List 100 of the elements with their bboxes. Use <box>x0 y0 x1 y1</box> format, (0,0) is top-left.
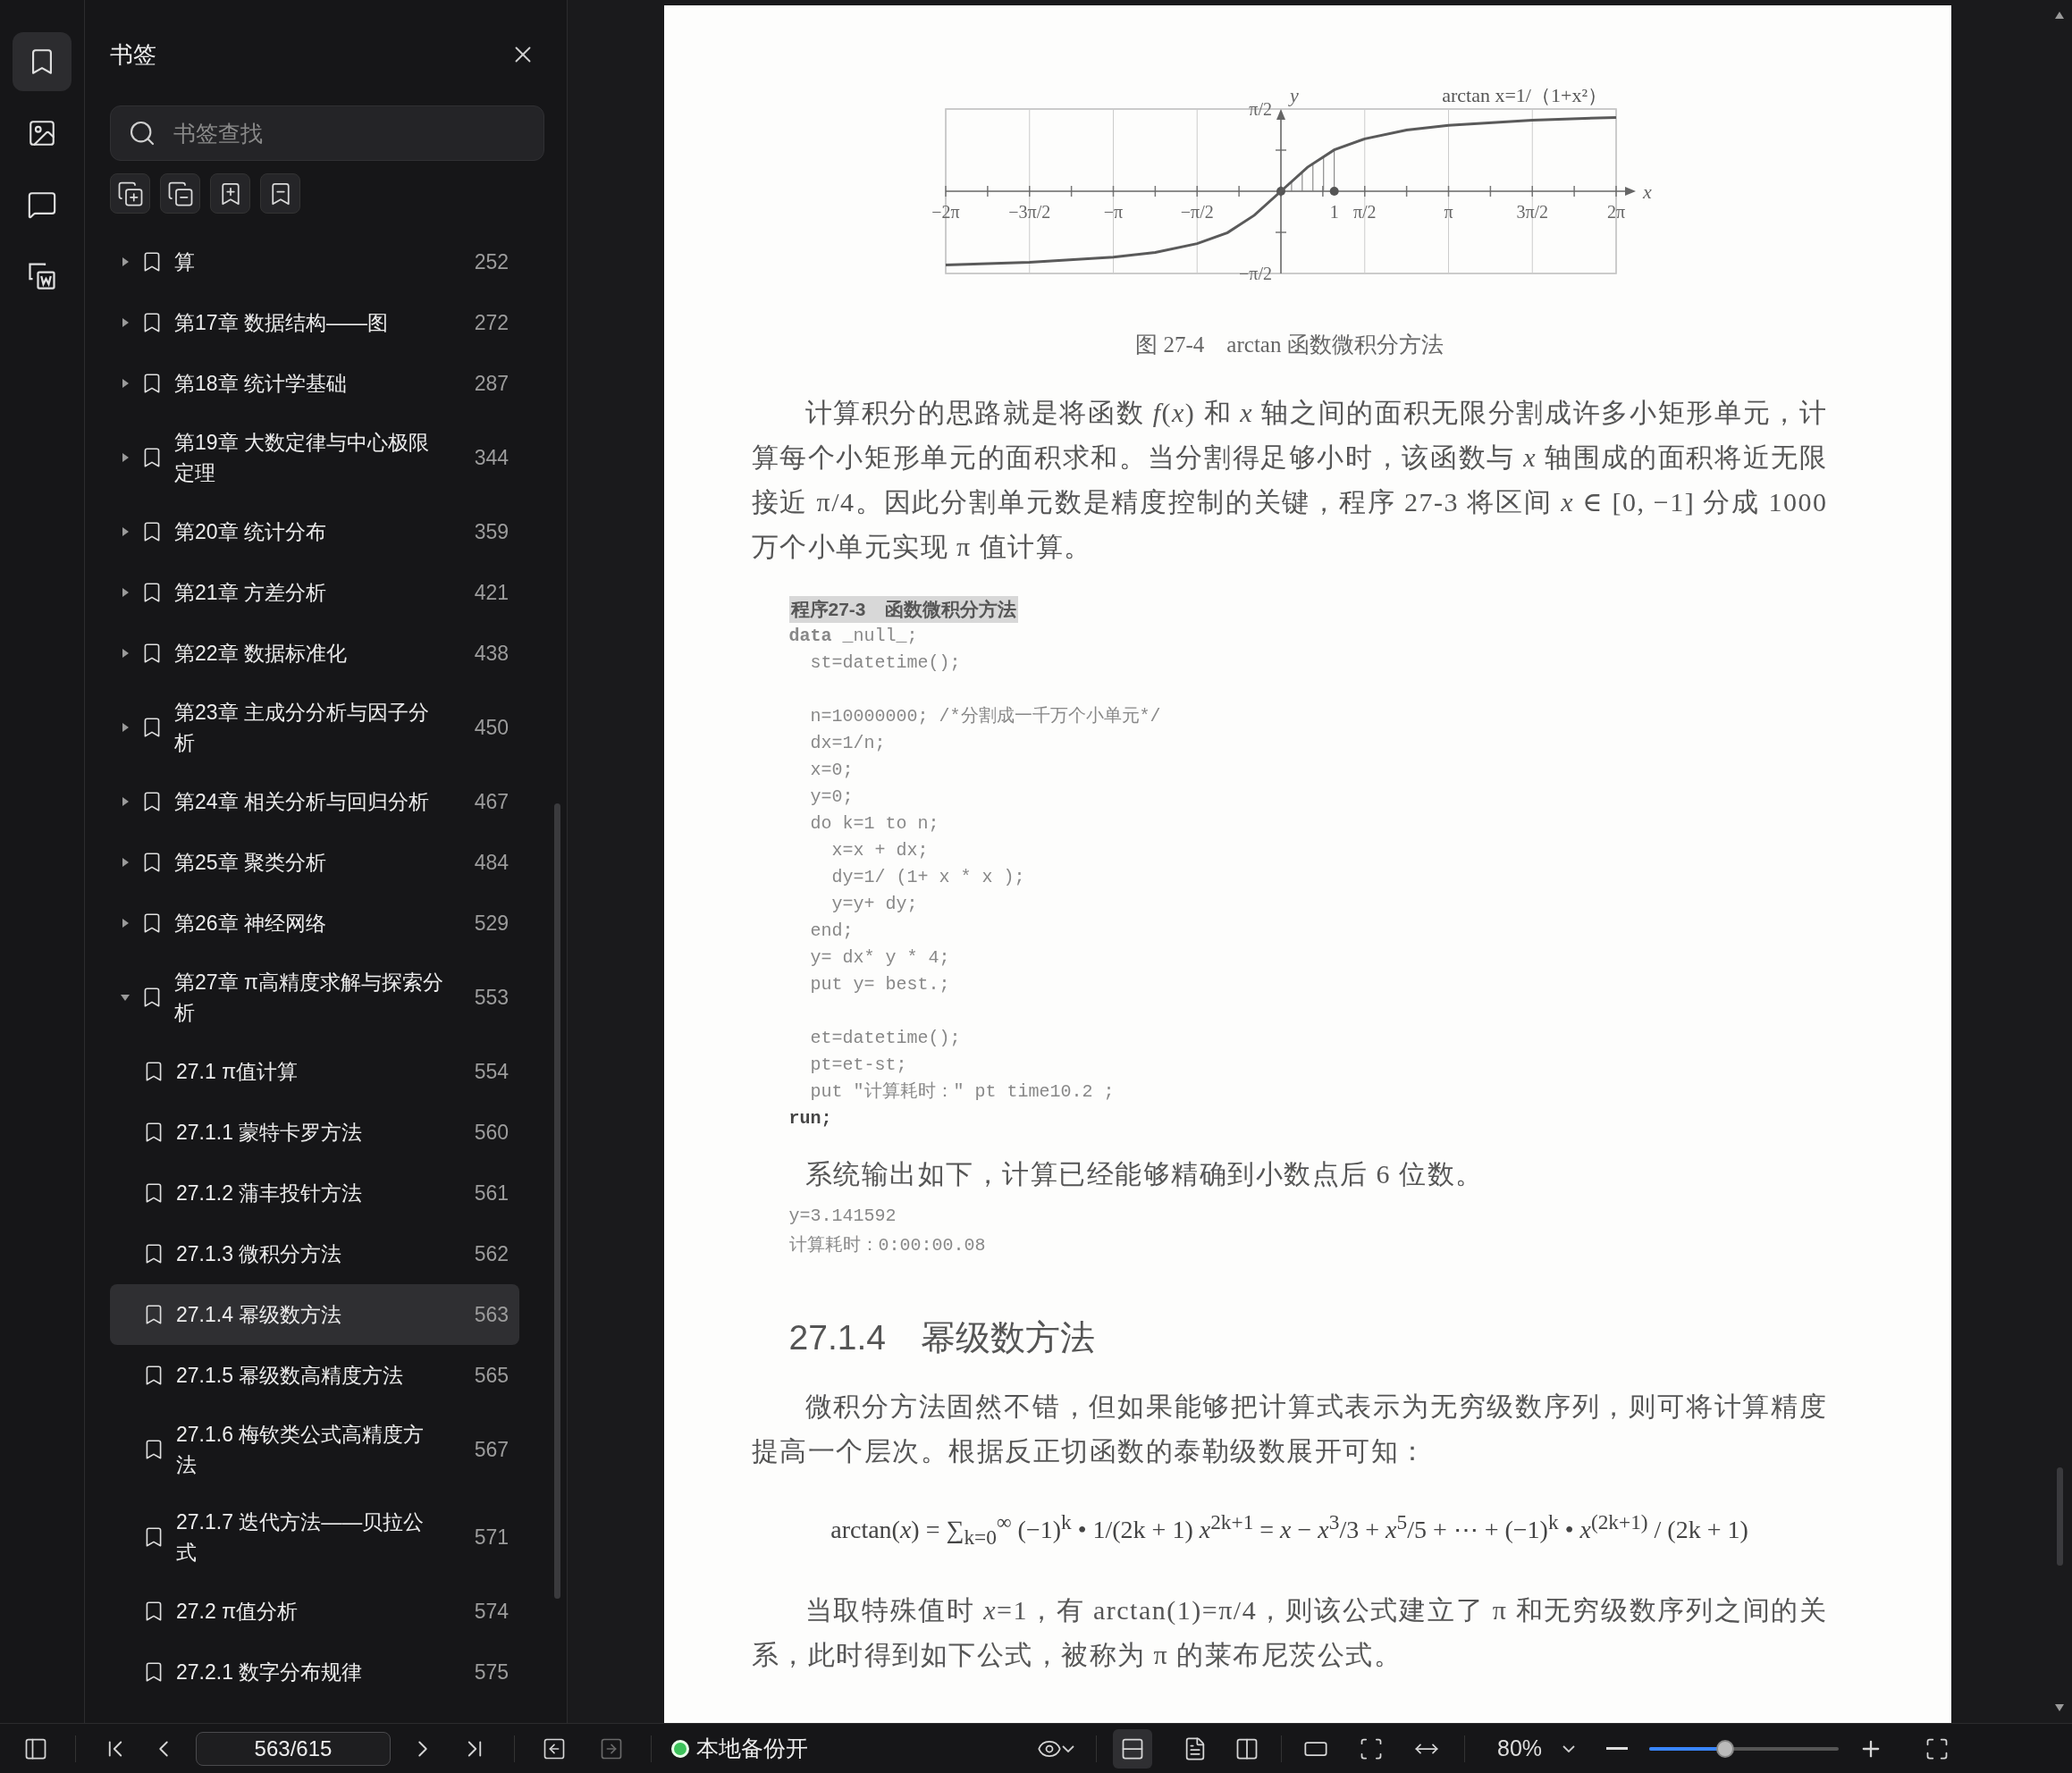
expand-arrow-icon[interactable] <box>120 378 131 389</box>
page-number: 272 <box>474 310 510 335</box>
bookmark-title: 27.2 π值分析 <box>176 1599 299 1625</box>
bookmark-item[interactable]: 27.1 π值计算 554 <box>110 1041 519 1102</box>
area-hatching-drawing <box>1276 149 1339 196</box>
code-title: 程序27-3 函数微积分方法 <box>788 596 1018 623</box>
file-convert-icon <box>26 260 58 292</box>
bookmark-item[interactable]: 27.2 π值分析 574 <box>110 1581 519 1642</box>
slider-thumb[interactable] <box>1715 1739 1734 1758</box>
image-icon <box>27 118 57 148</box>
bookmark-item[interactable]: 第17章 数据结构——图 272 <box>110 292 519 353</box>
bookmark-item[interactable]: 第20章 统计分布 359 <box>110 501 519 562</box>
code-line: y=0; <box>809 786 855 809</box>
expand-arrow-icon[interactable] <box>120 317 131 328</box>
expand-arrow-icon[interactable] <box>120 648 131 659</box>
bookmark-item[interactable]: 第18章 统计学基础 287 <box>110 353 519 414</box>
bookmark-title: 算 <box>174 249 196 275</box>
expand-arrow-icon[interactable] <box>120 857 131 868</box>
code-line: n=10000000; /*分割成一千万个小单元*/ <box>809 705 1162 728</box>
code-line: pt=et-st; <box>809 1054 908 1077</box>
bookmark-title: 27.1 π值计算 <box>176 1059 299 1085</box>
bookmark-item[interactable]: 第26章 神经网络 529 <box>110 893 519 954</box>
tick-label: −2π <box>931 202 960 222</box>
math-formula: arctan(x) = ∑$_{k=0}$$^{∞}$ (−1)$^{k}$ • 1/(2k + 1) x$^{2k+1}$ = x − x$^{3}$/3 + x$^{5}$/5 + ⋯ + (−1)$^{k}$ • x$^{(2k+1)}$ / (2k + 1) <box>830 1509 1749 1550</box>
page-number: 467 <box>474 789 510 814</box>
curve-label: arctan x=1/（1+x²） <box>1441 84 1607 106</box>
page-number-field[interactable]: 563/615 <box>196 1731 391 1766</box>
page-number: 553 <box>474 985 510 1010</box>
add-bookmark-button[interactable] <box>210 173 250 214</box>
page-number: 554 <box>474 1059 510 1084</box>
code-line: run; <box>788 1107 833 1130</box>
expand-arrow-icon[interactable] <box>120 452 131 463</box>
bookmark-item[interactable]: 第25章 聚类分析 484 <box>110 832 519 893</box>
code-line: st=datetime(); <box>809 651 962 675</box>
tick-label: −π/2 <box>1180 202 1214 222</box>
bookmark-item[interactable]: 27.1.1 蒙特卡罗方法 560 <box>110 1102 519 1163</box>
page-number: 484 <box>474 850 510 875</box>
page-number: 252 <box>474 249 510 274</box>
scroll-up-icon[interactable] <box>2054 11 2065 20</box>
sidebar-tab[interactable] <box>13 32 72 91</box>
axis-label: x <box>1642 181 1652 203</box>
bookmark-item[interactable]: 第21章 方差分析 421 <box>110 562 519 623</box>
expand-all-icon <box>116 180 144 207</box>
bookmark-item[interactable]: 27.1.4 幂级数方法 563 <box>110 1284 519 1345</box>
expand-arrow-icon[interactable] <box>120 587 131 598</box>
scroll-down-icon[interactable] <box>2054 1703 2065 1712</box>
bookmark-item[interactable]: 第27章 π高精度求解与探索分析 553 <box>110 954 519 1041</box>
bookmark-item[interactable]: 算 252 <box>110 231 519 292</box>
code-line: dy=1/ (1+ x * x ); <box>830 866 1026 889</box>
bookmark-title: 第21章 方差分析 <box>174 580 327 606</box>
bookmark-title: 27.1.3 微积分方法 <box>176 1241 343 1267</box>
bookmark-title: 第24章 相关分析与回归分析 <box>174 789 430 815</box>
body-paragraph: 微积分方法固然不错，但如果能够把计算式表示为无穷级数序列，则可将计算精度提高一个层次。根据反正切函数的泰勒级数展开可知： <box>751 1391 1828 1467</box>
backup-status[interactable]: 本地备份开 <box>696 1734 808 1763</box>
code-line: end; <box>809 920 855 943</box>
tick-label: 1 <box>1329 202 1339 222</box>
view-mode-button[interactable] <box>1113 1728 1152 1769</box>
bookmark-item[interactable]: 27.1.6 梅钦类公式高精度方法 567 <box>110 1406 519 1493</box>
expand-arrow-icon[interactable] <box>120 992 131 1003</box>
comment-icon <box>27 189 57 220</box>
search-field[interactable]: 书签查找 <box>110 105 544 161</box>
bookmark-item[interactable]: 27.1.3 微积分方法 562 <box>110 1223 519 1284</box>
remove-bookmark-button[interactable] <box>260 173 300 214</box>
bookmark-title: 27.1.7 迭代方法——贝拉公式 <box>176 1509 425 1566</box>
code-line: do k=1 to n; <box>809 812 940 836</box>
scrollbar-thumb[interactable] <box>553 803 560 1599</box>
code-line: y= dx* y * 4; <box>809 946 951 970</box>
page-number: 562 <box>474 1241 510 1266</box>
zoom-value[interactable]: 80% <box>1497 1735 1543 1761</box>
page-number: 574 <box>474 1599 510 1624</box>
bookmark-item[interactable]: 27.1.5 幂级数高精度方法 565 <box>110 1345 519 1406</box>
bookmark-item[interactable]: 27.2.1 数字分布规律 575 <box>110 1642 519 1702</box>
tick-label: −π <box>1103 202 1123 222</box>
tick-label: 3π/2 <box>1515 202 1548 222</box>
page-number: 438 <box>474 641 510 666</box>
caret-icon <box>1562 1744 1576 1752</box>
bookmark-item[interactable]: 第22章 数据标准化 438 <box>110 623 519 684</box>
collapse-all-button[interactable] <box>160 173 200 214</box>
bookmark-item[interactable]: 第24章 相关分析与回归分析 467 <box>110 771 519 832</box>
page-number: 529 <box>474 911 510 936</box>
bookmark-item[interactable]: 第19章 大数定律与中心极限定理 344 <box>110 414 519 501</box>
expand-arrow-icon[interactable] <box>120 256 131 267</box>
minus-icon <box>1606 1747 1629 1750</box>
bookmark-item[interactable]: 27.1.2 蒲丰投针方法 561 <box>110 1163 519 1223</box>
expand-arrow-icon[interactable] <box>120 796 131 807</box>
expand-arrow-icon[interactable] <box>120 526 131 537</box>
bookmark-title: 27.2.1 数字分布规律 <box>176 1660 364 1685</box>
scrollbar-thumb[interactable] <box>2056 1467 2063 1566</box>
page-number: 287 <box>474 371 510 396</box>
expand-arrow-icon[interactable] <box>120 918 131 929</box>
bookmark-item[interactable]: 27.1.7 迭代方法——贝拉公式 571 <box>110 1493 519 1581</box>
expand-all-button[interactable] <box>110 173 150 214</box>
bookmark-title: 第26章 神经网络 <box>174 911 327 937</box>
expand-arrow-icon[interactable] <box>120 722 131 733</box>
caret-icon <box>1062 1744 1074 1752</box>
bookmark-item[interactable]: 第23章 主成分分析与因子分析 450 <box>110 684 519 771</box>
search-icon <box>128 119 156 147</box>
output-line: y=3.141592 <box>788 1205 897 1228</box>
page-number: 571 <box>474 1525 510 1550</box>
page-number: 450 <box>474 715 510 740</box>
